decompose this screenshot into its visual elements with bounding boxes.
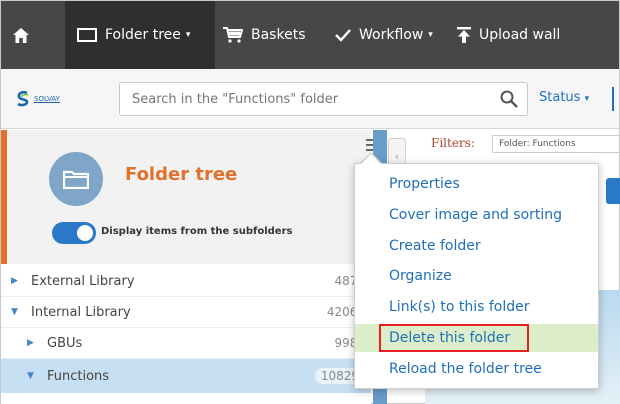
tree-item-label: Internal Library (31, 304, 131, 320)
home-icon (13, 27, 29, 43)
status-divider (612, 87, 614, 111)
top-navbar: Folder tree ▾ Baskets Workflow ▾ Upload … (1, 1, 619, 69)
menu-item-cover-image-sorting[interactable]: Cover image and sorting (355, 201, 598, 229)
folder-tree-header: Folder tree Display items from the subfo… (1, 130, 382, 264)
tree-item-label: External Library (31, 273, 135, 289)
menu-item-links-to-folder[interactable]: Link(s) to this folder (355, 293, 598, 321)
caret-down-icon[interactable]: ▼ (11, 307, 18, 317)
upload-wall-label: Upload wall (479, 27, 561, 43)
cart-icon (223, 27, 243, 43)
search-bar: SOLVAY Status ▾ (1, 69, 619, 129)
folder-tree-title: Folder tree (125, 164, 238, 185)
check-icon (335, 29, 351, 42)
filters-label: Filters: (431, 136, 475, 150)
tree-item-external-library[interactable]: ▶ External Library 4870 (1, 266, 371, 297)
search-button[interactable] (491, 83, 527, 115)
folder-context-menu: Properties Cover image and sorting Creat… (354, 163, 599, 389)
tree-item-internal-library[interactable]: ▼ Internal Library 42068 (1, 297, 371, 328)
tree-item-label: GBUs (47, 335, 83, 351)
search-icon (500, 90, 518, 108)
folder-tree-icon (77, 28, 97, 42)
workflow-menu[interactable]: Workflow ▾ (335, 1, 433, 69)
baskets-menu[interactable]: Baskets (223, 1, 305, 69)
caret-right-icon[interactable]: ▶ (27, 338, 34, 348)
logo-s-icon (17, 91, 29, 107)
tree-item-functions[interactable]: ▼ Functions 10829 (1, 359, 371, 393)
search-input[interactable] (119, 82, 528, 116)
baskets-label: Baskets (251, 27, 306, 43)
folder-icon (63, 170, 89, 189)
caret-right-icon[interactable]: ▶ (11, 276, 18, 286)
toggle-knob (77, 225, 93, 241)
chevron-left-icon: ‹ (394, 149, 400, 163)
status-dropdown[interactable]: Status ▾ (539, 90, 589, 105)
tree-item-gbus[interactable]: ▶ GBUs 9983 (1, 328, 371, 359)
home-button[interactable] (13, 1, 57, 69)
menu-pointer-fill (361, 154, 381, 164)
folder-tree-label: Folder tree (105, 27, 181, 43)
caret-down-icon[interactable]: ▼ (27, 371, 34, 381)
chevron-down-icon: ▾ (185, 30, 191, 40)
action-button[interactable] (606, 178, 620, 204)
workflow-label: Workflow (359, 27, 424, 43)
subfolders-toggle[interactable] (52, 222, 96, 244)
menu-item-reload-folder-tree[interactable]: Reload the folder tree (355, 355, 598, 383)
menu-item-organize[interactable]: Organize (355, 262, 598, 290)
folder-tree-menu[interactable]: Folder tree ▾ (65, 1, 215, 69)
status-label: Status (539, 90, 581, 105)
filter-chip[interactable]: Folder: Functions (492, 135, 620, 153)
delete-folder-highlight-box (379, 324, 529, 352)
chevron-down-icon: ▾ (584, 94, 590, 104)
chevron-down-icon: ▾ (428, 30, 433, 40)
menu-item-create-folder[interactable]: Create folder (355, 232, 598, 260)
folder-tree-panel: Folder tree Display items from the subfo… (1, 130, 382, 404)
upload-wall-menu[interactable]: Upload wall (457, 1, 560, 69)
tree-item-label: Functions (47, 368, 110, 384)
menu-item-properties[interactable]: Properties (355, 170, 598, 198)
company-logo[interactable]: SOLVAY (16, 91, 88, 107)
folder-circle-icon (49, 152, 103, 206)
subfolders-toggle-label: Display items from the subfolders (101, 226, 293, 237)
logo-wordmark: SOLVAY (34, 95, 60, 103)
upload-icon (457, 27, 471, 43)
